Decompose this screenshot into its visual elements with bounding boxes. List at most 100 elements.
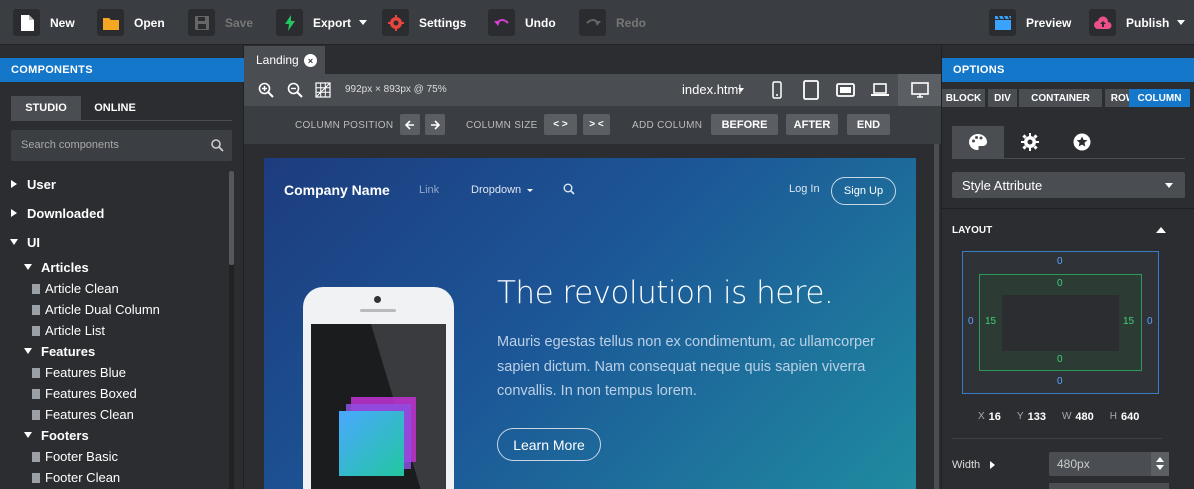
expanded-arrow-icon[interactable] bbox=[10, 239, 18, 245]
hero-body[interactable]: Mauris egestas tellus non ex condimentum… bbox=[497, 330, 887, 404]
selector-block[interactable]: BLOCK bbox=[942, 89, 985, 107]
selector-div[interactable]: DIV bbox=[988, 89, 1017, 107]
tab-landing[interactable]: Landing × bbox=[244, 46, 325, 74]
design-canvas[interactable]: Company Name Link Dropdown Log In Sign U… bbox=[264, 158, 916, 489]
search-input[interactable]: Search components bbox=[11, 130, 232, 161]
tree-leaf[interactable]: Footer Basic bbox=[45, 449, 118, 464]
tree-item-user[interactable]: User bbox=[27, 177, 56, 192]
add-before-button[interactable]: BEFORE bbox=[711, 114, 778, 135]
padding-bottom-value[interactable]: 0 bbox=[1057, 354, 1063, 365]
selector-container[interactable]: CONTAINER bbox=[1019, 89, 1102, 107]
width-input[interactable]: 480px bbox=[1049, 452, 1169, 476]
hero-headline[interactable]: The revolution is here. bbox=[497, 275, 834, 311]
signup-button[interactable]: Sign Up bbox=[831, 177, 896, 205]
close-icon[interactable]: × bbox=[304, 54, 317, 67]
zoom-in-icon[interactable] bbox=[258, 82, 274, 98]
padding-left-value[interactable]: 15 bbox=[985, 316, 996, 327]
width-stepper[interactable] bbox=[1151, 452, 1169, 476]
scrollbar-thumb[interactable] bbox=[934, 144, 939, 489]
expanded-arrow-icon[interactable] bbox=[24, 348, 32, 354]
tree-leaf[interactable]: Features Clean bbox=[45, 407, 134, 422]
h-label: H bbox=[1109, 411, 1117, 422]
style-select-value: Style Attribute bbox=[962, 177, 1043, 193]
expanded-arrow-icon[interactable] bbox=[24, 432, 32, 438]
expand-arrow-icon[interactable] bbox=[990, 461, 995, 469]
nav-dropdown[interactable]: Dropdown bbox=[471, 184, 521, 196]
move-right-button[interactable] bbox=[425, 114, 445, 135]
collapsed-arrow-icon[interactable] bbox=[11, 180, 17, 188]
tree-leaf[interactable]: Features Blue bbox=[45, 365, 126, 380]
desktop-view-button[interactable] bbox=[898, 74, 941, 106]
settings-button[interactable]: Settings bbox=[382, 9, 466, 36]
redo-button[interactable]: Redo bbox=[579, 9, 646, 36]
margin-right-value[interactable]: 0 bbox=[1147, 316, 1153, 327]
tree-leaf[interactable]: Features Boxed bbox=[45, 386, 137, 401]
section-divider bbox=[942, 208, 1194, 209]
margin-left-value[interactable]: 0 bbox=[968, 316, 974, 327]
lightning-icon bbox=[276, 9, 303, 36]
tree-item-ui[interactable]: UI bbox=[27, 235, 40, 250]
padding-top-value[interactable]: 0 bbox=[1057, 278, 1063, 289]
document-icon bbox=[32, 473, 40, 483]
shrink-column-button[interactable]: < > bbox=[544, 114, 577, 135]
chevron-down-icon bbox=[527, 189, 533, 192]
style-attribute-select[interactable]: Style Attribute bbox=[952, 172, 1185, 198]
tree-item-features[interactable]: Features bbox=[41, 344, 95, 359]
new-button[interactable]: New bbox=[13, 9, 75, 36]
publish-button[interactable]: Publish bbox=[1089, 9, 1186, 36]
tab-studio[interactable]: STUDIO bbox=[11, 96, 81, 120]
open-button[interactable]: Open bbox=[97, 9, 165, 36]
options-header: OPTIONS bbox=[942, 58, 1194, 82]
zoom-out-icon[interactable] bbox=[287, 82, 303, 98]
preview-button[interactable]: Preview bbox=[989, 9, 1071, 36]
redo-label: Redo bbox=[616, 15, 646, 30]
collapse-up-icon[interactable] bbox=[1156, 227, 1166, 233]
login-link[interactable]: Log In bbox=[789, 183, 820, 195]
tree-leaf[interactable]: Footer Clean bbox=[45, 470, 120, 485]
publish-label: Publish bbox=[1126, 15, 1170, 30]
canvas-scrollbar[interactable] bbox=[932, 144, 941, 489]
tablet-landscape-icon[interactable] bbox=[836, 83, 855, 97]
components-scrollbar[interactable] bbox=[229, 171, 234, 489]
add-end-button[interactable]: END bbox=[847, 114, 890, 135]
move-left-button[interactable] bbox=[400, 114, 420, 135]
next-input[interactable] bbox=[1049, 483, 1169, 489]
chevron-down-icon[interactable] bbox=[738, 88, 744, 92]
tree-item-downloaded[interactable]: Downloaded bbox=[27, 206, 104, 221]
margin-top-value[interactable]: 0 bbox=[1057, 256, 1063, 267]
tab-online[interactable]: ONLINE bbox=[84, 96, 146, 120]
add-after-button[interactable]: AFTER bbox=[786, 114, 838, 135]
stepper-up-icon[interactable] bbox=[1156, 457, 1164, 462]
undo-button[interactable]: Undo bbox=[488, 9, 556, 36]
padding-right-value[interactable]: 15 bbox=[1123, 316, 1134, 327]
grid-toggle-icon[interactable] bbox=[315, 82, 331, 98]
grow-column-button[interactable]: > < bbox=[583, 114, 610, 135]
tree-item-articles[interactable]: Articles bbox=[41, 260, 89, 275]
tree-leaf[interactable]: Article List bbox=[45, 323, 105, 338]
selector-column[interactable]: COLUMN bbox=[1129, 89, 1190, 107]
phone-portrait-icon[interactable] bbox=[772, 81, 782, 99]
collapsed-arrow-icon[interactable] bbox=[11, 209, 17, 217]
brand-name[interactable]: Company Name bbox=[284, 182, 390, 198]
settings-tab[interactable] bbox=[1004, 126, 1056, 158]
tree-leaf[interactable]: Article Dual Column bbox=[45, 302, 160, 317]
margin-box: 0 0 0 0 0 0 15 15 bbox=[962, 251, 1159, 394]
margin-bottom-value[interactable]: 0 bbox=[1057, 376, 1063, 387]
expanded-arrow-icon[interactable] bbox=[24, 264, 32, 270]
tree-leaf[interactable]: Article Clean bbox=[45, 281, 119, 296]
tablet-portrait-icon[interactable] bbox=[803, 80, 819, 100]
learn-more-button[interactable]: Learn More bbox=[497, 428, 601, 461]
file-select[interactable]: index.html bbox=[682, 82, 741, 97]
export-button[interactable]: Export bbox=[276, 9, 368, 36]
nav-link[interactable]: Link bbox=[419, 184, 439, 196]
search-icon bbox=[211, 139, 224, 152]
save-button[interactable]: Save bbox=[188, 9, 253, 36]
scrollbar-thumb[interactable] bbox=[229, 171, 234, 265]
stepper-down-icon[interactable] bbox=[1156, 465, 1164, 470]
favorites-tab[interactable] bbox=[1056, 126, 1108, 158]
laptop-icon[interactable] bbox=[871, 83, 889, 97]
search-icon[interactable] bbox=[563, 183, 575, 195]
editor-area: Landing × 992px × 893px @ 75% index.html… bbox=[244, 46, 941, 489]
style-tab[interactable] bbox=[952, 126, 1004, 158]
tree-item-footers[interactable]: Footers bbox=[41, 428, 89, 443]
